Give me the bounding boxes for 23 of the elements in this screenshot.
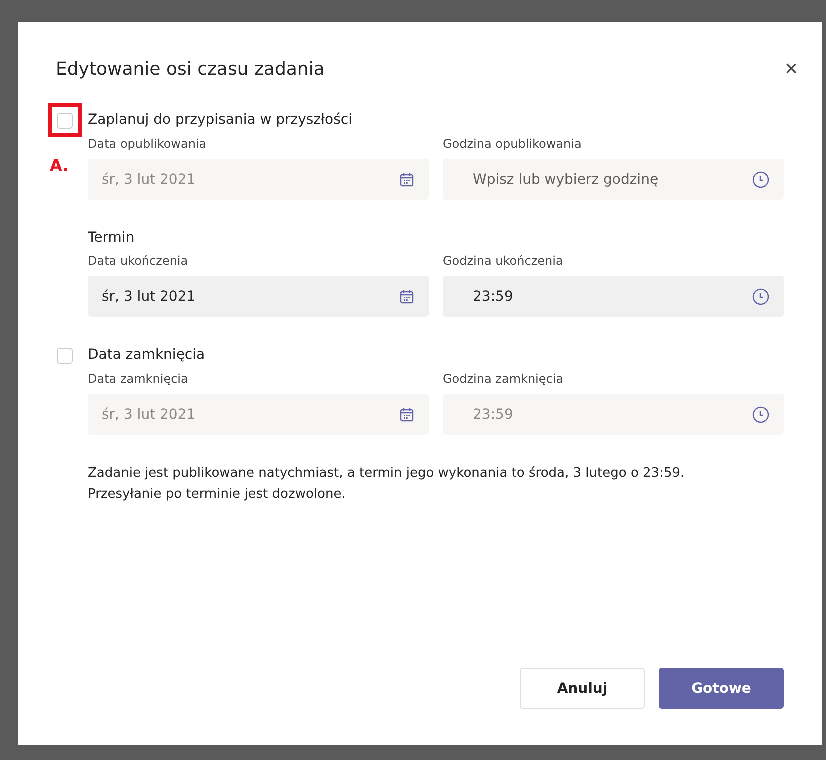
calendar-icon[interactable] bbox=[399, 288, 415, 304]
field-label: Data zamknięcia bbox=[88, 372, 190, 386]
clock-icon[interactable] bbox=[752, 288, 770, 306]
done-button[interactable]: Gotowe bbox=[659, 668, 784, 709]
time-field[interactable]: 23:59 bbox=[443, 276, 784, 317]
checkbox[interactable] bbox=[57, 348, 73, 364]
checkbox-label: Zaplanuj do przypisania w przyszłości bbox=[88, 112, 354, 129]
date-field[interactable]: śr, 3 lut 2021 bbox=[88, 276, 429, 317]
dialog-title: Edytowanie osi czasu zadania bbox=[56, 58, 325, 80]
field-label: Godzina opublikowania bbox=[443, 137, 583, 151]
field-label: Data opublikowania bbox=[88, 137, 208, 151]
field-label: Godzina zamknięcia bbox=[443, 372, 565, 386]
field-label: Godzina ukończenia bbox=[443, 254, 564, 268]
time-input[interactable]: 23:59 bbox=[471, 288, 752, 306]
date-input[interactable]: śr, 3 lut 2021 bbox=[100, 288, 399, 306]
cancel-button[interactable]: Anuluj bbox=[520, 668, 645, 709]
close-button[interactable]: × bbox=[785, 58, 798, 80]
section-heading: Termin bbox=[88, 230, 136, 246]
checkbox-label: Data zamknięcia bbox=[88, 347, 206, 364]
checkbox[interactable] bbox=[57, 113, 73, 129]
annotation-label: A. bbox=[50, 156, 69, 175]
summary-text: Zadanie jest publikowane natychmiast, a termin jego wykonania to środa, 3 lutego o 23:59. Przesyłanie po terminie jest dozwolone. bbox=[88, 465, 686, 504]
field-label: Data ukończenia bbox=[88, 254, 190, 268]
